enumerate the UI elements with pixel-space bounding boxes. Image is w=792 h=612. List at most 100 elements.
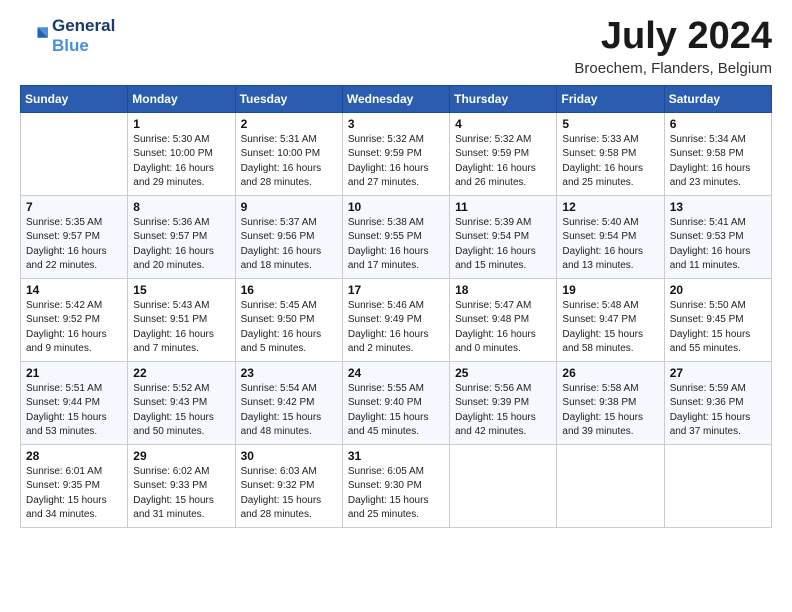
calendar-header-saturday: Saturday	[664, 85, 771, 112]
day-info: Sunrise: 5:36 AMSunset: 9:57 PMDaylight:…	[133, 216, 229, 274]
day-number: 14	[26, 283, 122, 297]
day-number: 27	[670, 366, 766, 380]
calendar-cell: 21 Sunrise: 5:51 AMSunset: 9:44 PMDayligh…	[21, 361, 128, 444]
day-info: Sunrise: 5:45 AMSunset: 9:50 PMDaylight:…	[241, 299, 337, 357]
calendar-cell: 8 Sunrise: 5:36 AMSunset: 9:57 PMDaylight…	[128, 195, 235, 278]
calendar-header-row: SundayMondayTuesdayWednesdayThursdayFrid…	[21, 85, 772, 112]
calendar-cell: 31 Sunrise: 6:05 AMSunset: 9:30 PMDayligh…	[342, 444, 449, 527]
calendar-cell: 24 Sunrise: 5:55 AMSunset: 9:40 PMDayligh…	[342, 361, 449, 444]
calendar-cell: 30 Sunrise: 6:03 AMSunset: 9:32 PMDayligh…	[235, 444, 342, 527]
day-number: 26	[562, 366, 658, 380]
calendar-cell	[664, 444, 771, 527]
day-info: Sunrise: 5:47 AMSunset: 9:48 PMDaylight:…	[455, 299, 551, 357]
day-info: Sunrise: 5:42 AMSunset: 9:52 PMDaylight:…	[26, 299, 122, 357]
day-info: Sunrise: 5:32 AMSunset: 9:59 PMDaylight:…	[348, 133, 444, 191]
day-info: Sunrise: 5:54 AMSunset: 9:42 PMDaylight:…	[241, 382, 337, 440]
day-number: 15	[133, 283, 229, 297]
day-number: 18	[455, 283, 551, 297]
calendar-week-2: 7Sunrise: 5:35 AMSunset: 9:57 PMDaylight…	[21, 195, 772, 278]
calendar-cell: 2 Sunrise: 5:31 AMSunset: 10:00 PMDayligh…	[235, 112, 342, 195]
page: General Blue July 2024 Broechem, Flander…	[0, 0, 792, 612]
day-info: Sunrise: 5:34 AMSunset: 9:58 PMDaylight:…	[670, 133, 766, 191]
calendar-cell: 20 Sunrise: 5:50 AMSunset: 9:45 PMDayligh…	[664, 278, 771, 361]
day-number: 2	[241, 117, 337, 131]
calendar-cell: 6Sunrise: 5:34 AMSunset: 9:58 PMDaylight…	[664, 112, 771, 195]
day-number: 21	[26, 366, 122, 380]
day-number: 17	[348, 283, 444, 297]
calendar-cell: 22Sunrise: 5:52 AMSunset: 9:43 PMDayligh…	[128, 361, 235, 444]
day-number: 23	[241, 366, 337, 380]
header: General Blue July 2024 Broechem, Flander…	[20, 16, 772, 77]
day-number: 7	[26, 200, 122, 214]
month-title: July 2024	[574, 16, 772, 58]
calendar-header-monday: Monday	[128, 85, 235, 112]
day-info: Sunrise: 5:39 AMSunset: 9:54 PMDaylight:…	[455, 216, 551, 274]
day-info: Sunrise: 5:40 AMSunset: 9:54 PMDaylight:…	[562, 216, 658, 274]
day-info: Sunrise: 5:41 AMSunset: 9:53 PMDaylight:…	[670, 216, 766, 274]
day-info: Sunrise: 5:38 AMSunset: 9:55 PMDaylight:…	[348, 216, 444, 274]
day-number: 4	[455, 117, 551, 131]
calendar-cell: 26 Sunrise: 5:58 AMSunset: 9:38 PMDayligh…	[557, 361, 664, 444]
calendar-cell: 14 Sunrise: 5:42 AMSunset: 9:52 PMDayligh…	[21, 278, 128, 361]
day-info: Sunrise: 6:05 AMSunset: 9:30 PMDaylight:…	[348, 465, 444, 523]
day-number: 10	[348, 200, 444, 214]
day-number: 12	[562, 200, 658, 214]
day-info: Sunrise: 5:46 AMSunset: 9:49 PMDaylight:…	[348, 299, 444, 357]
day-info: Sunrise: 5:55 AMSunset: 9:40 PMDaylight:…	[348, 382, 444, 440]
day-number: 30	[241, 449, 337, 463]
calendar-cell: 15 Sunrise: 5:43 AMSunset: 9:51 PMDayligh…	[128, 278, 235, 361]
day-number: 19	[562, 283, 658, 297]
day-info: Sunrise: 5:30 AMSunset: 10:00 PMDaylight…	[133, 133, 229, 191]
calendar-cell: 27Sunrise: 5:59 AMSunset: 9:36 PMDayligh…	[664, 361, 771, 444]
day-info: Sunrise: 5:51 AMSunset: 9:44 PMDaylight:…	[26, 382, 122, 440]
calendar-cell: 18 Sunrise: 5:47 AMSunset: 9:48 PMDayligh…	[450, 278, 557, 361]
calendar-cell: 29 Sunrise: 6:02 AMSunset: 9:33 PMDayligh…	[128, 444, 235, 527]
calendar-cell: 11 Sunrise: 5:39 AMSunset: 9:54 PMDayligh…	[450, 195, 557, 278]
calendar-week-1: 1 Sunrise: 5:30 AMSunset: 10:00 PMDayligh…	[21, 112, 772, 195]
calendar-cell: 10 Sunrise: 5:38 AMSunset: 9:55 PMDayligh…	[342, 195, 449, 278]
calendar-cell: 16 Sunrise: 5:45 AMSunset: 9:50 PMDayligh…	[235, 278, 342, 361]
day-info: Sunrise: 5:32 AMSunset: 9:59 PMDaylight:…	[455, 133, 551, 191]
day-number: 24	[348, 366, 444, 380]
title-block: July 2024 Broechem, Flanders, Belgium	[574, 16, 772, 77]
calendar-cell: 12 Sunrise: 5:40 AMSunset: 9:54 PMDayligh…	[557, 195, 664, 278]
day-number: 1	[133, 117, 229, 131]
calendar-header-wednesday: Wednesday	[342, 85, 449, 112]
day-number: 31	[348, 449, 444, 463]
calendar-cell: 3 Sunrise: 5:32 AMSunset: 9:59 PMDaylight…	[342, 112, 449, 195]
calendar-week-3: 14 Sunrise: 5:42 AMSunset: 9:52 PMDayligh…	[21, 278, 772, 361]
calendar-header-tuesday: Tuesday	[235, 85, 342, 112]
calendar-cell: 28Sunrise: 6:01 AMSunset: 9:35 PMDayligh…	[21, 444, 128, 527]
calendar-week-4: 21 Sunrise: 5:51 AMSunset: 9:44 PMDayligh…	[21, 361, 772, 444]
day-number: 11	[455, 200, 551, 214]
calendar-cell: 25Sunrise: 5:56 AMSunset: 9:39 PMDayligh…	[450, 361, 557, 444]
day-info: Sunrise: 6:02 AMSunset: 9:33 PMDaylight:…	[133, 465, 229, 523]
day-info: Sunrise: 5:43 AMSunset: 9:51 PMDaylight:…	[133, 299, 229, 357]
day-info: Sunrise: 5:33 AMSunset: 9:58 PMDaylight:…	[562, 133, 658, 191]
calendar-header-friday: Friday	[557, 85, 664, 112]
day-info: Sunrise: 5:58 AMSunset: 9:38 PMDaylight:…	[562, 382, 658, 440]
day-info: Sunrise: 5:48 AMSunset: 9:47 PMDaylight:…	[562, 299, 658, 357]
day-info: Sunrise: 5:56 AMSunset: 9:39 PMDaylight:…	[455, 382, 551, 440]
calendar-header-sunday: Sunday	[21, 85, 128, 112]
day-number: 16	[241, 283, 337, 297]
day-number: 3	[348, 117, 444, 131]
day-info: Sunrise: 5:31 AMSunset: 10:00 PMDaylight…	[241, 133, 337, 191]
day-info: Sunrise: 6:01 AMSunset: 9:35 PMDaylight:…	[26, 465, 122, 523]
logo-icon	[20, 22, 48, 50]
calendar-cell: 1 Sunrise: 5:30 AMSunset: 10:00 PMDayligh…	[128, 112, 235, 195]
location: Broechem, Flanders, Belgium	[574, 60, 772, 77]
day-info: Sunrise: 6:03 AMSunset: 9:32 PMDaylight:…	[241, 465, 337, 523]
calendar-cell: 4 Sunrise: 5:32 AMSunset: 9:59 PMDaylight…	[450, 112, 557, 195]
day-number: 8	[133, 200, 229, 214]
day-number: 29	[133, 449, 229, 463]
calendar-cell	[450, 444, 557, 527]
calendar-cell	[557, 444, 664, 527]
calendar-cell: 9Sunrise: 5:37 AMSunset: 9:56 PMDaylight…	[235, 195, 342, 278]
calendar-cell: 17 Sunrise: 5:46 AMSunset: 9:49 PMDayligh…	[342, 278, 449, 361]
day-number: 20	[670, 283, 766, 297]
day-number: 22	[133, 366, 229, 380]
logo-text: General Blue	[52, 16, 115, 55]
day-info: Sunrise: 5:50 AMSunset: 9:45 PMDaylight:…	[670, 299, 766, 357]
day-number: 9	[241, 200, 337, 214]
